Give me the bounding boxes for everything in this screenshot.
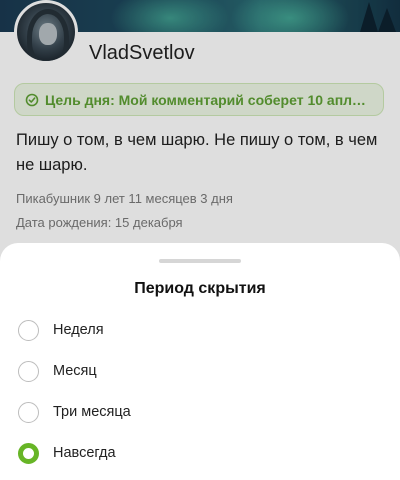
sheet-title: Период скрытия [134,280,266,297]
radio-button[interactable] [18,319,39,341]
sheet-drag-handle[interactable] [159,259,241,263]
option-month[interactable]: Месяц [0,351,400,391]
option-label: Три месяца [53,404,131,420]
option-label: Месяц [53,363,97,379]
radio-button[interactable] [18,401,39,423]
option-label: Неделя [53,322,104,338]
option-week[interactable]: Неделя [0,310,400,350]
option-forever[interactable]: Навсегда [0,433,400,473]
radio-button[interactable] [18,360,39,382]
option-three-months[interactable]: Три месяца [0,392,400,432]
option-label: Навсегда [53,445,116,461]
hide-period-sheet: Период скрытия Неделя Месяц Три месяца Н… [0,243,400,480]
radio-button[interactable] [18,442,39,464]
